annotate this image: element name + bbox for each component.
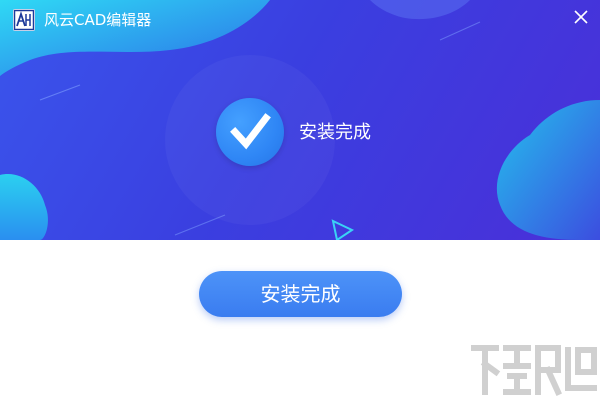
app-logo-icon (13, 9, 35, 31)
window-title: 风云CAD编辑器 (44, 11, 152, 29)
install-status-text: 安装完成 (299, 122, 371, 143)
close-icon (574, 10, 588, 24)
close-button[interactable] (570, 6, 592, 28)
download-site-watermark (471, 345, 597, 396)
finish-button[interactable]: 安装完成 (199, 271, 402, 317)
title-bar: 风云CAD编辑器 (0, 0, 600, 40)
checkmark-icon (230, 113, 271, 150)
success-badge (216, 98, 284, 166)
installer-window: 风云CAD编辑器 安装完成 安装完成 (0, 0, 600, 400)
